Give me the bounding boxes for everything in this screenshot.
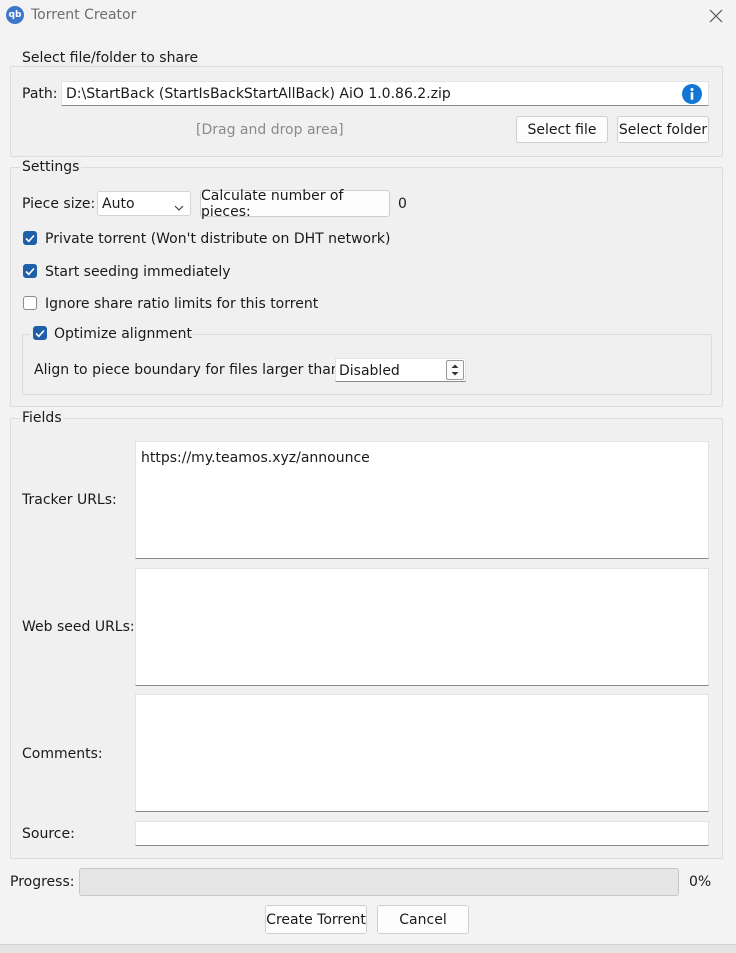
private-torrent-checkbox[interactable]: [23, 231, 37, 245]
tracker-urls-label: Tracker URLs:: [22, 492, 117, 508]
path-input-value: D:\StartBack (StartIsBackStartAllBack) A…: [66, 86, 451, 102]
create-torrent-button[interactable]: Create Torrent: [265, 905, 367, 934]
path-input[interactable]: D:\StartBack (StartIsBackStartAllBack) A…: [61, 81, 709, 106]
pieces-count: 0: [398, 196, 407, 212]
align-boundary-label: Align to piece boundary for files larger…: [34, 362, 345, 378]
file-folder-group-title: Select file/folder to share: [20, 50, 201, 66]
tracker-urls-value: https://my.teamos.xyz/announce: [141, 450, 370, 466]
select-folder-button[interactable]: Select folder: [617, 116, 709, 143]
drag-drop-area[interactable]: [Drag and drop area]: [196, 122, 344, 138]
progress-value: 0%: [689, 874, 712, 890]
align-boundary-value: Disabled: [339, 363, 400, 379]
ignore-ratio-label: Ignore share ratio limits for this torre…: [45, 296, 319, 312]
private-torrent-label: Private torrent (Won't distribute on DHT…: [45, 231, 391, 247]
select-file-button[interactable]: Select file: [516, 116, 608, 143]
cancel-button[interactable]: Cancel: [377, 905, 469, 934]
fields-group-title: Fields: [20, 410, 64, 426]
piece-size-label: Piece size:: [22, 196, 96, 212]
ignore-ratio-checkbox[interactable]: [23, 296, 37, 310]
path-label: Path:: [22, 86, 58, 102]
piece-size-value: Auto: [102, 196, 135, 212]
file-folder-group: [10, 66, 723, 157]
tracker-urls-textarea[interactable]: https://my.teamos.xyz/announce: [135, 441, 709, 559]
start-seeding-label: Start seeding immediately: [45, 264, 231, 280]
chevron-down-icon: [174, 200, 184, 216]
optimize-alignment-checkbox[interactable]: [33, 326, 47, 340]
info-icon[interactable]: [682, 84, 702, 104]
settings-group-title: Settings: [20, 159, 82, 175]
calculate-pieces-button[interactable]: Calculate number of pieces:: [200, 188, 390, 220]
spin-buttons[interactable]: [446, 360, 464, 380]
progress-bar: [79, 868, 679, 896]
window-title: Torrent Creator: [31, 7, 137, 23]
start-seeding-checkbox[interactable]: [23, 264, 37, 278]
source-input[interactable]: [135, 821, 709, 846]
web-seed-urls-label: Web seed URLs:: [22, 619, 135, 635]
qbittorrent-app-icon: qb: [6, 6, 24, 24]
source-label: Source:: [22, 826, 75, 842]
comments-label: Comments:: [22, 746, 103, 762]
optimize-alignment-label: Optimize alignment: [54, 326, 192, 342]
web-seed-urls-textarea[interactable]: [135, 568, 709, 686]
progress-label: Progress:: [10, 874, 75, 890]
align-boundary-spinbox[interactable]: Disabled: [335, 358, 466, 382]
comments-textarea[interactable]: [135, 694, 709, 812]
piece-size-select[interactable]: Auto: [97, 191, 191, 216]
close-icon[interactable]: [696, 0, 736, 32]
